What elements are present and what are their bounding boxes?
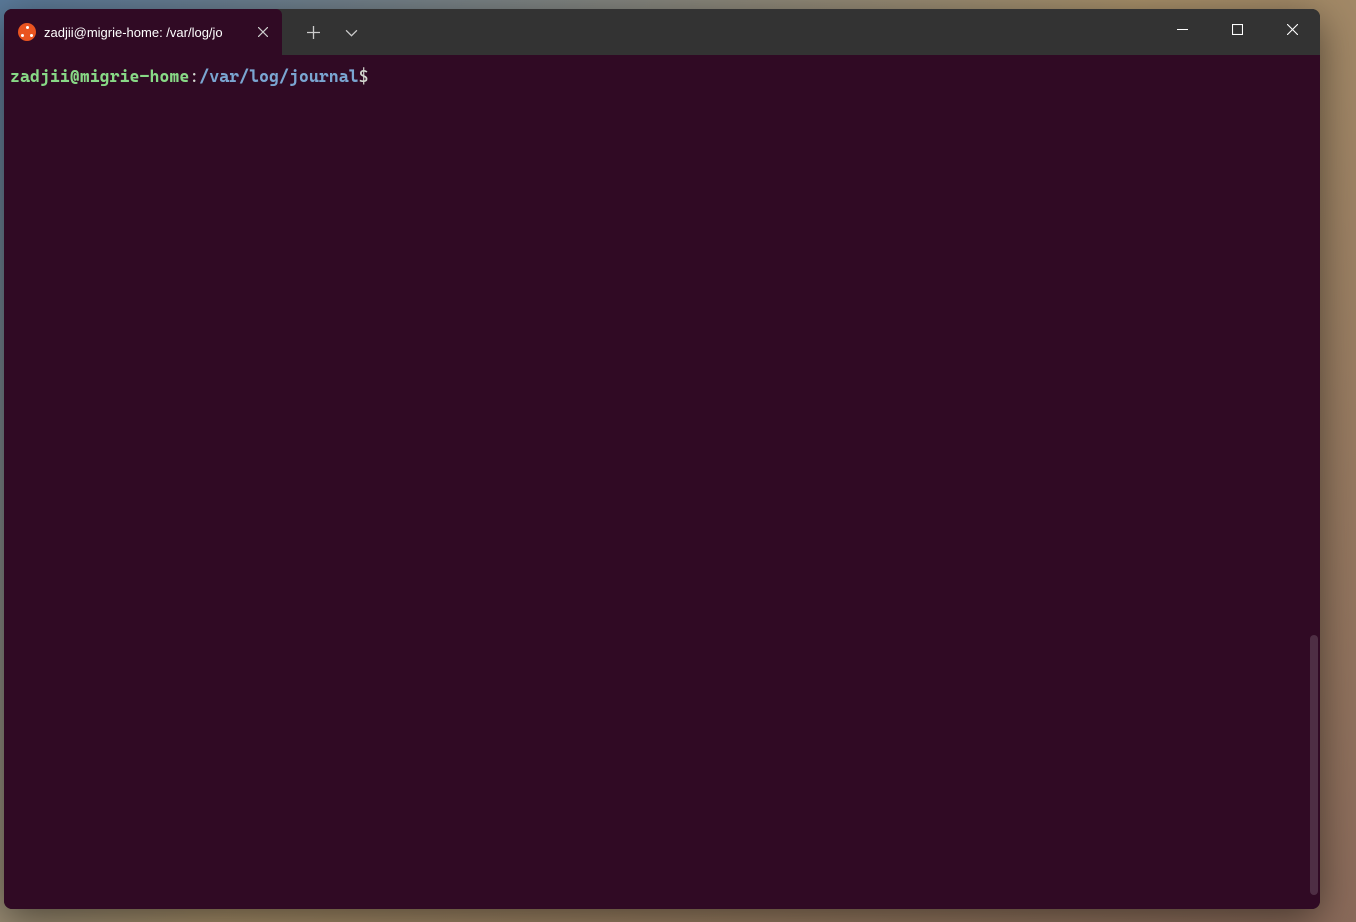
close-icon	[1287, 24, 1298, 35]
window-controls	[1155, 9, 1320, 55]
titlebar-drag-area[interactable]	[370, 9, 1155, 55]
tab-actions	[282, 9, 370, 55]
close-icon	[258, 27, 268, 37]
tab-active[interactable]: zadjii@migrie-home: /var/log/jo	[4, 9, 282, 55]
terminal-content[interactable]: zadjii@migrie-home:/var/log/journal$	[4, 55, 1320, 909]
minimize-button[interactable]	[1155, 9, 1210, 49]
chevron-down-icon	[345, 26, 358, 39]
titlebar[interactable]: zadjii@migrie-home: /var/log/jo	[4, 9, 1320, 55]
prompt-symbol: $	[359, 66, 369, 86]
ubuntu-icon	[18, 23, 36, 41]
maximize-icon	[1232, 24, 1243, 35]
maximize-button[interactable]	[1210, 9, 1265, 49]
scrollbar-thumb[interactable]	[1310, 635, 1318, 895]
plus-icon	[307, 26, 320, 39]
prompt-line: zadjii@migrie-home:/var/log/journal$	[10, 65, 1320, 87]
terminal-window: zadjii@migrie-home: /var/log/jo	[4, 9, 1320, 909]
tab-dropdown-button[interactable]	[332, 9, 370, 55]
new-tab-button[interactable]	[294, 9, 332, 55]
tab-title: zadjii@migrie-home: /var/log/jo	[44, 25, 246, 40]
prompt-separator: :	[189, 66, 199, 86]
close-window-button[interactable]	[1265, 9, 1320, 49]
prompt-path: /var/log/journal	[199, 66, 358, 86]
tab-close-button[interactable]	[254, 23, 272, 41]
minimize-icon	[1177, 24, 1188, 35]
prompt-userhost: zadjii@migrie-home	[10, 66, 189, 86]
scrollbar[interactable]	[1308, 55, 1320, 909]
